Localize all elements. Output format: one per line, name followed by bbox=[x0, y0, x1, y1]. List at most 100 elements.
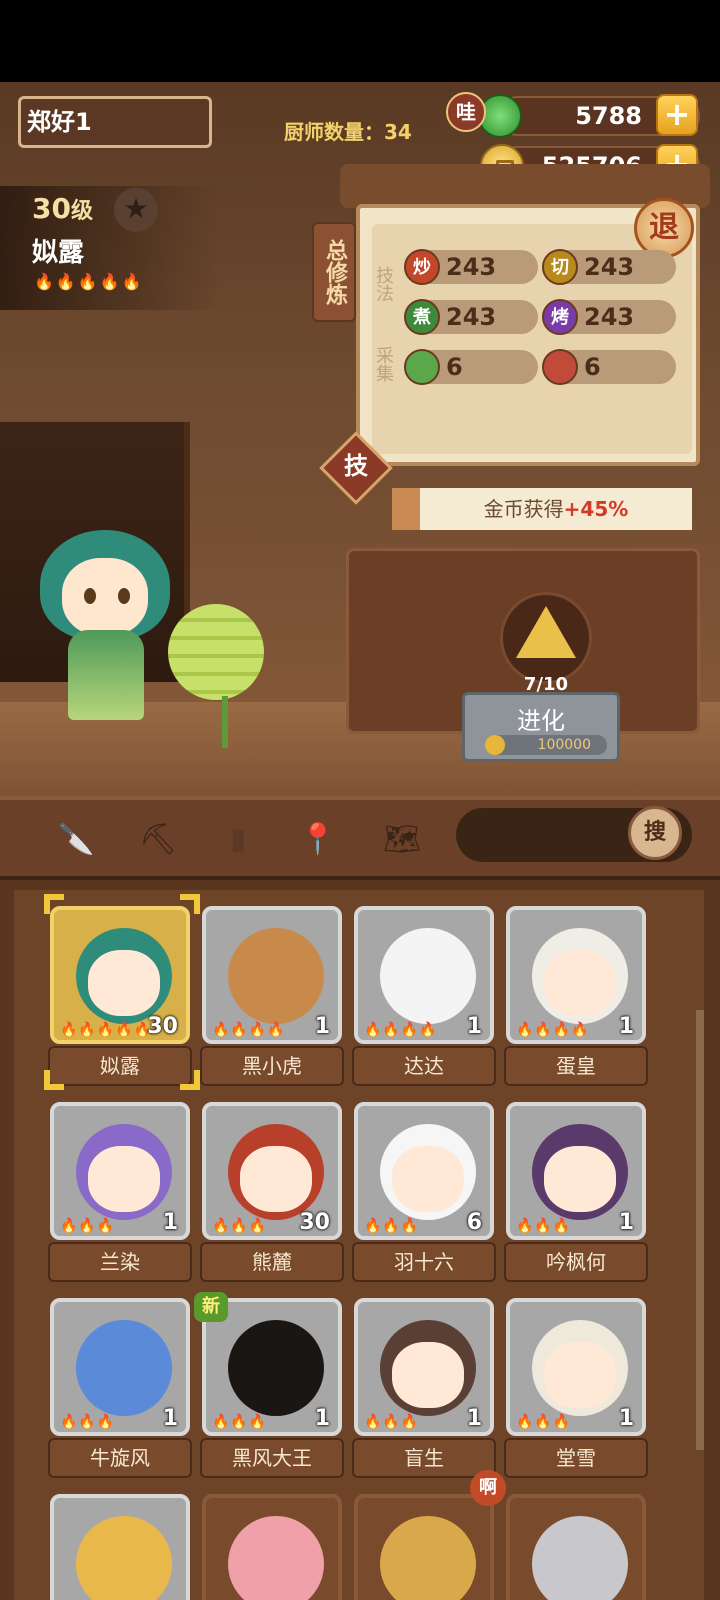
chef-eye bbox=[118, 588, 130, 604]
chef-portrait: 🔥🔥🔥 1 bbox=[50, 1102, 190, 1240]
card-name: 姒露 bbox=[48, 1046, 192, 1086]
boil-icon: 煮 bbox=[404, 299, 440, 335]
chef-card[interactable]: 🔥🔥🔥 1 盲生 bbox=[352, 1298, 496, 1480]
stirfry-icon: 炒 bbox=[404, 249, 440, 285]
shovel-filter-icon[interactable]: ⛏ bbox=[136, 818, 180, 862]
chef-card[interactable] bbox=[202, 1494, 342, 1600]
gather-label: 采集 bbox=[373, 346, 394, 382]
portrait-face bbox=[392, 1146, 464, 1212]
chef-card[interactable]: 🔥🔥🔥 1 牛旋风 bbox=[48, 1298, 192, 1480]
chef-card[interactable] bbox=[506, 1494, 646, 1600]
chef-card[interactable]: 🔥🔥🔥 1 兰染 bbox=[48, 1102, 192, 1284]
chef-portrait: 🔥🔥🔥 1 bbox=[506, 1102, 646, 1240]
knife-filter-icon[interactable]: 🔪 bbox=[54, 818, 98, 862]
player-name[interactable]: 郑好1 bbox=[18, 96, 212, 148]
location-filter-icon[interactable]: 📍 bbox=[296, 818, 340, 862]
selection-corner bbox=[44, 894, 64, 914]
star-icon[interactable]: ★ bbox=[114, 188, 158, 232]
chef-card[interactable]: 🔥🔥🔥 1 堂雪 bbox=[504, 1298, 648, 1480]
chef-card[interactable]: 🔥🔥🔥 6 羽十六 bbox=[352, 1102, 496, 1284]
card-flames: 🔥🔥🔥 bbox=[364, 1218, 420, 1234]
card-level: 1 bbox=[314, 1406, 330, 1431]
scrollbar[interactable] bbox=[696, 1010, 704, 1450]
chef-dress bbox=[68, 630, 144, 720]
portrait-ox bbox=[76, 1320, 172, 1416]
evolve-button[interactable]: 进化 100000 bbox=[462, 692, 620, 762]
card-name: 熊麓 bbox=[200, 1242, 344, 1282]
card-flames: 🔥🔥🔥🔥 bbox=[212, 1022, 286, 1038]
card-flames: 🔥🔥🔥🔥 bbox=[516, 1022, 590, 1038]
card-flames: 🔥🔥🔥 bbox=[364, 1414, 420, 1430]
card-level: 1 bbox=[466, 1014, 482, 1039]
jar-filter-icon[interactable]: ▮ bbox=[216, 818, 260, 862]
chef-portrait: 🔥🔥🔥🔥 1 bbox=[354, 906, 494, 1044]
chef-count: 厨师数量：34 bbox=[284, 120, 412, 144]
chef-portrait bbox=[50, 1494, 190, 1600]
card-level: 1 bbox=[618, 1406, 634, 1431]
ji-tab-label[interactable]: 技 bbox=[330, 446, 382, 486]
chef-card[interactable] bbox=[354, 1494, 494, 1600]
chef-portrait: 🔥🔥🔥 1 bbox=[354, 1298, 494, 1436]
cut-icon: 切 bbox=[542, 249, 578, 285]
chef-character bbox=[20, 500, 190, 750]
training-tab[interactable]: 总修炼 bbox=[312, 222, 356, 322]
card-flames: 🔥🔥🔥🔥 bbox=[364, 1022, 438, 1038]
card-name: 堂雪 bbox=[504, 1438, 648, 1478]
chef-portrait: 🔥🔥🔥 1 bbox=[50, 1298, 190, 1436]
card-name: 牛旋风 bbox=[48, 1438, 192, 1478]
chef-portrait: 🔥🔥🔥🔥 1 bbox=[506, 906, 646, 1044]
selection-corner bbox=[180, 1070, 200, 1090]
add-jade-button[interactable]: + bbox=[656, 94, 698, 136]
card-level: 1 bbox=[618, 1014, 634, 1039]
chef-card[interactable]: 🔥🔥🔥 1 黑风大王 bbox=[200, 1298, 344, 1480]
card-flames: 🔥🔥🔥 bbox=[212, 1218, 268, 1234]
gold-bonus-banner: 金币获得+45% bbox=[392, 488, 692, 530]
chef-portrait bbox=[202, 1494, 342, 1600]
card-name: 黑小虎 bbox=[200, 1046, 344, 1086]
exit-button[interactable]: 退 bbox=[634, 198, 694, 258]
chef-portrait: 🔥🔥🔥 6 bbox=[354, 1102, 494, 1240]
card-level: 1 bbox=[162, 1406, 178, 1431]
chef-card[interactable]: 🔥🔥🔥 30 熊麓 bbox=[200, 1102, 344, 1284]
chef-portrait: 🔥🔥🔥 1 bbox=[506, 1298, 646, 1436]
chef-portrait: 🔥🔥🔥🔥 1 bbox=[202, 906, 342, 1044]
chef-card[interactable]: 🔥🔥🔥🔥🔥 30 姒露 bbox=[48, 906, 192, 1088]
card-flames: 🔥🔥🔥 bbox=[60, 1414, 116, 1430]
card-flames: 🔥🔥🔥 bbox=[212, 1414, 268, 1430]
portrait-panda bbox=[380, 928, 476, 1024]
evolve-label: 进化 bbox=[517, 707, 565, 735]
card-flames: 🔥🔥🔥 bbox=[60, 1218, 116, 1234]
portrait-face bbox=[544, 1342, 616, 1408]
chef-card[interactable] bbox=[50, 1494, 190, 1600]
chef-portrait bbox=[506, 1494, 646, 1600]
portrait-hair bbox=[532, 1516, 628, 1600]
portrait-face bbox=[392, 1342, 464, 1408]
map-filter-icon[interactable]: 🗺 bbox=[380, 818, 424, 862]
card-name: 盲生 bbox=[352, 1438, 496, 1478]
chef-card[interactable]: 🔥🔥🔥🔥 1 黑小虎 bbox=[200, 906, 344, 1088]
cabbage-icon bbox=[404, 349, 440, 385]
chef-eye bbox=[84, 588, 96, 604]
card-level: 1 bbox=[314, 1014, 330, 1039]
status-bar bbox=[0, 0, 720, 82]
card-name: 羽十六 bbox=[352, 1242, 496, 1282]
roast-icon: 烤 bbox=[542, 299, 578, 335]
selection-corner bbox=[44, 1070, 64, 1090]
new-badge: 新 bbox=[194, 1292, 228, 1322]
chef-card[interactable]: 🔥🔥🔥🔥 1 达达 bbox=[352, 906, 496, 1088]
chef-portrait: 🔥🔥🔥 30 bbox=[202, 1102, 342, 1240]
card-name: 黑风大王 bbox=[200, 1438, 344, 1478]
card-level: 30 bbox=[299, 1210, 330, 1235]
search-button[interactable]: 搜 bbox=[628, 806, 682, 860]
portrait-face bbox=[544, 1146, 616, 1212]
beehive-stand bbox=[222, 696, 282, 748]
card-level: 6 bbox=[466, 1210, 482, 1235]
chef-card[interactable]: 🔥🔥🔥 1 吟枫何 bbox=[504, 1102, 648, 1284]
card-flames: 🔥🔥🔥 bbox=[516, 1414, 572, 1430]
chef-card[interactable]: 🔥🔥🔥🔥 1 蛋皇 bbox=[504, 906, 648, 1088]
wa-badge[interactable]: 哇 bbox=[446, 92, 486, 132]
chef-flames: 🔥🔥🔥🔥🔥 bbox=[34, 272, 144, 291]
portrait-face bbox=[544, 950, 616, 1016]
chef-name: 姒露 bbox=[32, 238, 85, 268]
chef-portrait: 🔥🔥🔥🔥🔥 30 bbox=[50, 906, 190, 1044]
